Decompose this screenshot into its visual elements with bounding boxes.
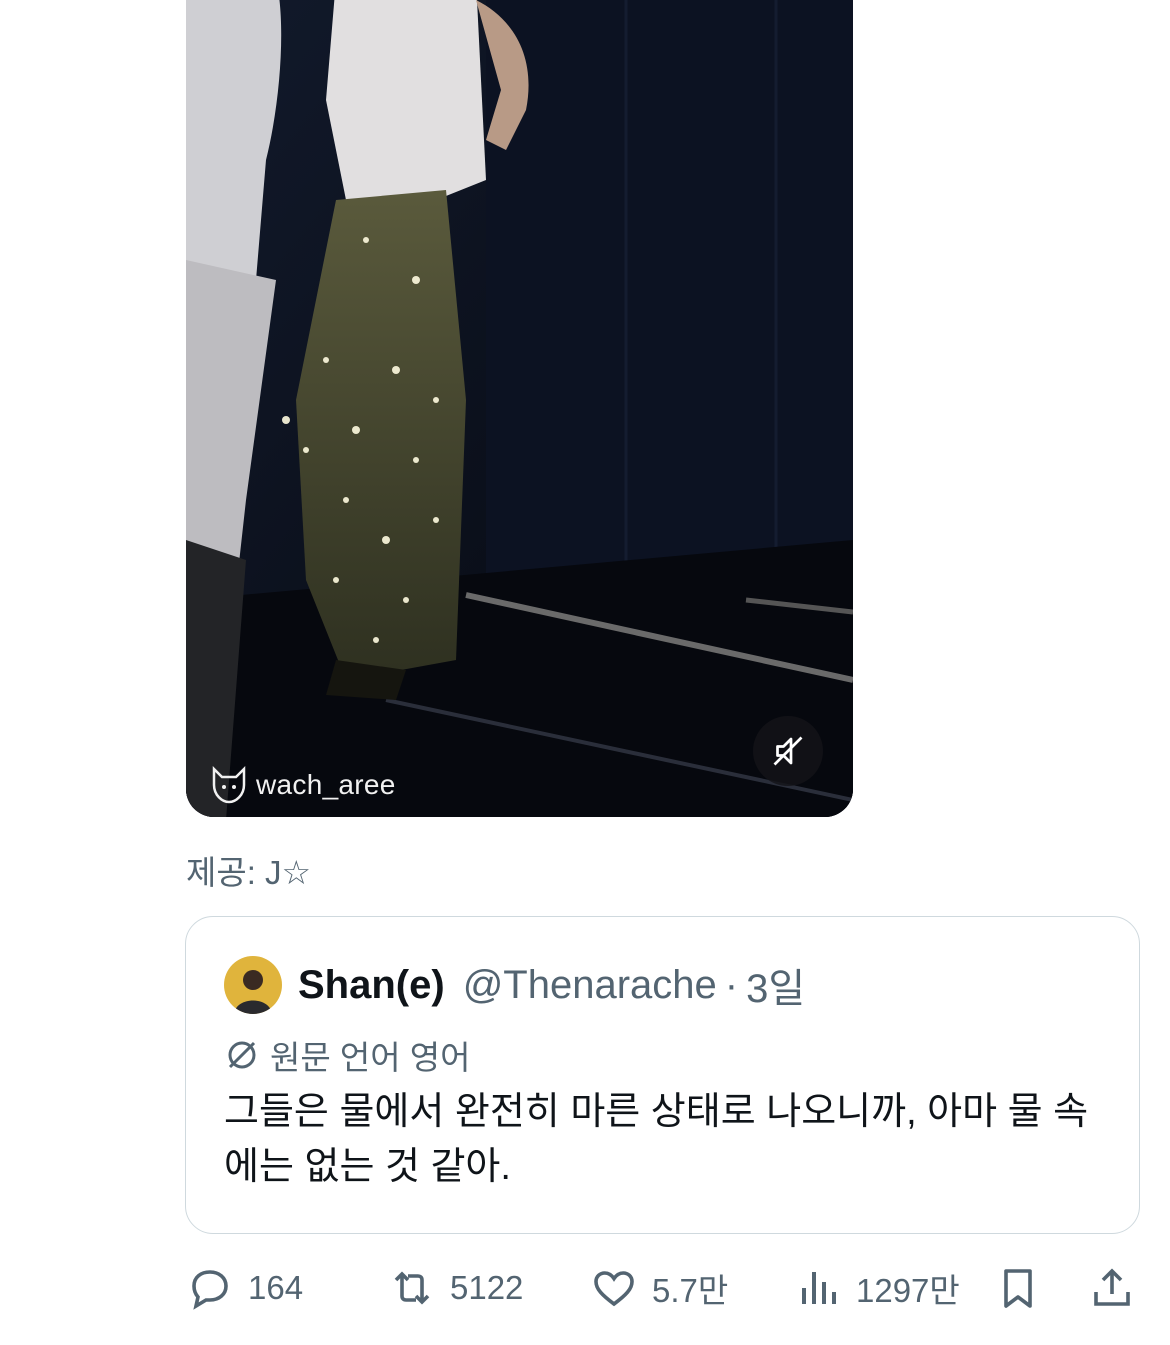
separator: · xyxy=(724,962,739,1007)
views-icon xyxy=(802,1272,836,1304)
repost-count: 5122 xyxy=(450,1269,524,1306)
view-count: 1297만 xyxy=(856,1272,960,1309)
share-button[interactable] xyxy=(1088,1258,1136,1318)
post-time[interactable]: 3일 xyxy=(746,956,805,1014)
author-handle[interactable]: @Thenarache xyxy=(463,963,717,1008)
fox-logo-icon xyxy=(212,765,246,804)
bookmark-icon xyxy=(1004,1269,1032,1308)
media-credit: 제공: J☆ xyxy=(186,854,312,891)
quoted-post-text: 그들은 물에서 완전히 마른 상태로 나오니까, 아마 물 속에는 없는 것 같… xyxy=(224,1091,1089,1188)
watermark-text: wach_aree xyxy=(256,769,396,800)
share-icon xyxy=(1094,1268,1130,1306)
speaker-muted-icon xyxy=(773,736,803,766)
translate-icon xyxy=(228,1041,256,1069)
repost-button[interactable]: 5122 xyxy=(388,1258,523,1318)
reply-count: 164 xyxy=(248,1269,304,1306)
watermark: wach_aree xyxy=(210,765,396,805)
post-action-bar: 164 5122 5.7만 1297만 xyxy=(0,1258,1170,1318)
translation-note-text: 원문 언어 영어 xyxy=(270,1039,471,1076)
video-frame xyxy=(186,0,853,817)
reply-button[interactable]: 164 xyxy=(186,1258,303,1318)
bookmark-button[interactable] xyxy=(994,1258,1042,1318)
heart-icon xyxy=(594,1271,634,1307)
views-button[interactable]: 1297만 xyxy=(794,1258,960,1318)
quoted-post[interactable]: Shan(e) @Thenarache · 3일 원문 언어 영어 그들은 물에… xyxy=(185,916,1140,1234)
translation-note: 원문 언어 영어 xyxy=(224,1031,471,1079)
video-player[interactable]: wach_aree xyxy=(186,0,853,817)
quoted-post-header: Shan(e) @Thenarache · 3일 xyxy=(224,955,805,1015)
reply-icon xyxy=(192,1270,228,1310)
like-count: 5.7만 xyxy=(652,1272,729,1309)
repost-icon xyxy=(394,1271,430,1305)
avatar[interactable] xyxy=(224,956,282,1014)
like-button[interactable]: 5.7만 xyxy=(590,1258,728,1318)
mute-button[interactable] xyxy=(753,716,823,786)
author-name[interactable]: Shan(e) xyxy=(298,963,445,1008)
